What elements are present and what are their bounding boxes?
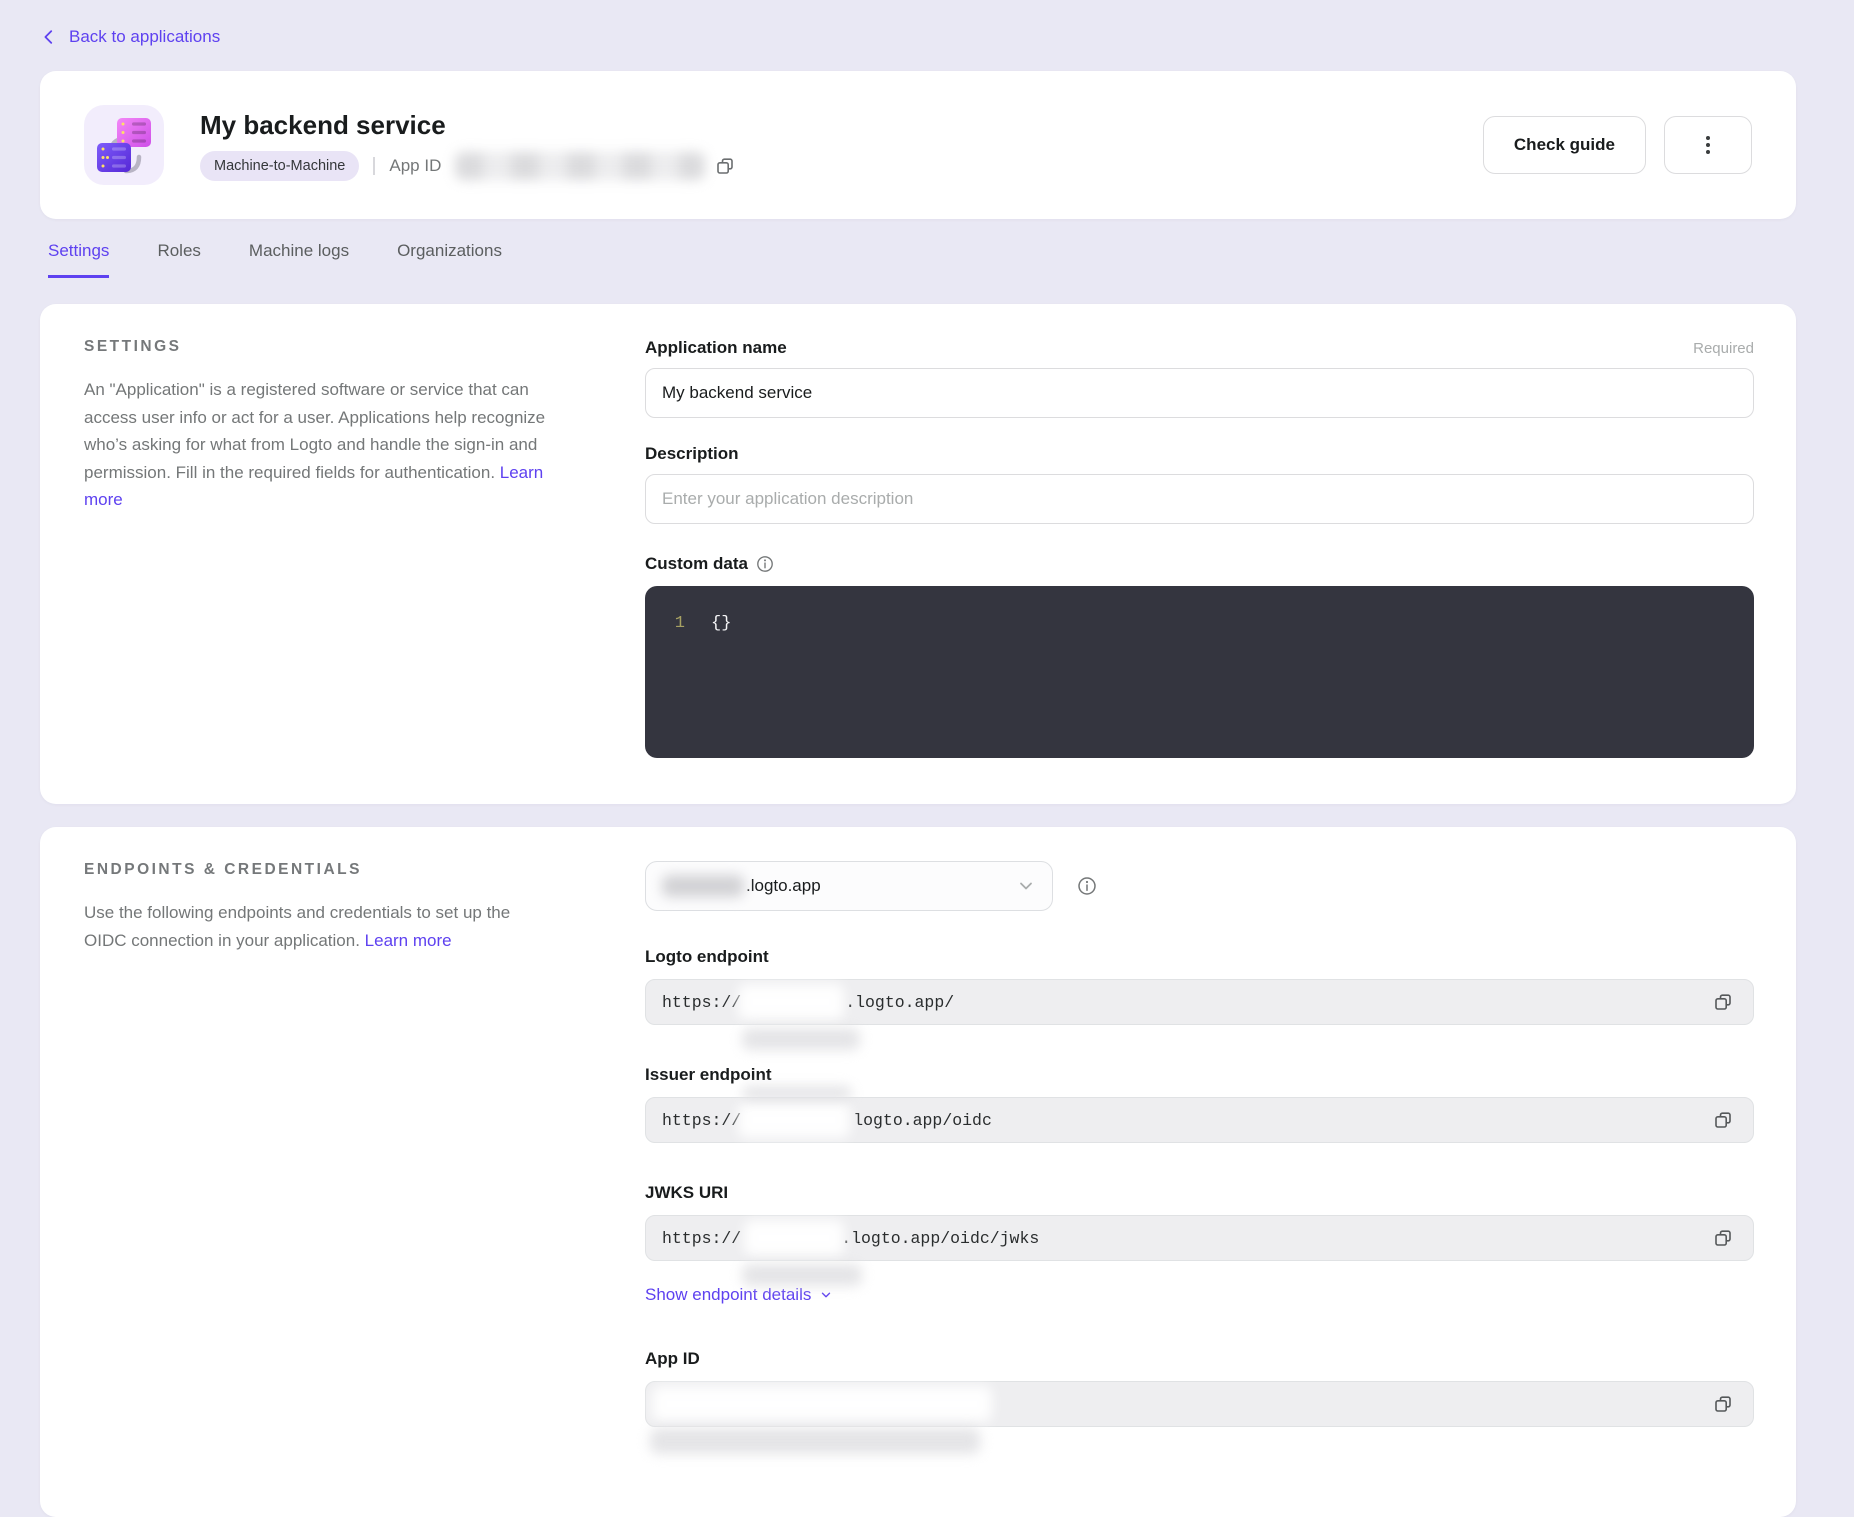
app-id-field (645, 1381, 1754, 1427)
required-label: Required (1693, 340, 1754, 357)
jwks-uri-label: JWKS URI (645, 1183, 1754, 1203)
issuer-endpoint-label: Issuer endpoint (645, 1065, 1754, 1085)
app-title: My backend service (200, 109, 739, 141)
redacted-subdomain (744, 1220, 844, 1256)
info-icon[interactable] (756, 555, 774, 573)
copy-issuer-endpoint-button[interactable] (1709, 1106, 1737, 1134)
tab-roles[interactable]: Roles (157, 241, 200, 278)
divider (373, 157, 375, 175)
redacted-subdomain (738, 984, 844, 1020)
description-label: Description (645, 444, 739, 464)
application-name-input[interactable] (645, 368, 1754, 418)
info-icon[interactable] (1077, 876, 1097, 896)
logto-endpoint-label: Logto endpoint (645, 947, 1754, 967)
editor-code: {} (711, 612, 731, 636)
endpoints-credentials-card: ENDPOINTS & CREDENTIALS Use the followin… (40, 827, 1796, 1517)
machine-to-machine-app-icon (84, 105, 164, 185)
app-id-field-label: App ID (645, 1349, 1754, 1369)
redacted-smudge (742, 1028, 860, 1050)
show-details-label: Show endpoint details (645, 1285, 811, 1305)
show-endpoint-details-link[interactable]: Show endpoint details (645, 1285, 833, 1305)
redacted-smudge (650, 1428, 980, 1454)
tab-bar: Settings Roles Machine logs Organization… (40, 241, 1796, 285)
domain-select-value: .logto.app (746, 876, 821, 896)
tab-organizations[interactable]: Organizations (397, 241, 502, 278)
kebab-icon (1698, 134, 1718, 156)
copy-icon (715, 156, 735, 176)
editor-line-number: 1 (645, 612, 685, 636)
copy-app-id-field-button[interactable] (1709, 1390, 1737, 1418)
page: Back to applications (40, 0, 1796, 1517)
endpoints-learn-more-link[interactable]: Learn more (365, 931, 452, 950)
copy-icon (1713, 1228, 1733, 1248)
endpoints-section-heading: ENDPOINTS & CREDENTIALS (84, 861, 555, 879)
check-guide-button[interactable]: Check guide (1483, 116, 1646, 174)
domain-select[interactable]: .logto.app (645, 861, 1053, 911)
tab-settings[interactable]: Settings (48, 241, 109, 278)
copy-logto-endpoint-button[interactable] (1709, 988, 1737, 1016)
endpoint-suffix: logto.app/oidc (853, 1111, 992, 1130)
settings-section-heading: SETTINGS (84, 338, 555, 356)
custom-data-code-editor[interactable]: 1 {} (645, 586, 1754, 758)
chevron-down-icon (819, 1288, 833, 1302)
endpoint-prefix: https:// (662, 1111, 741, 1130)
application-name-label: Application name (645, 338, 787, 358)
app-type-badge: Machine-to-Machine (200, 151, 359, 181)
application-header-card: My backend service Machine-to-Machine Ap… (40, 71, 1796, 219)
chevron-left-icon (40, 28, 58, 46)
logto-endpoint-field: https:// .logto.app/ (645, 979, 1754, 1025)
settings-section-description: An "Application" is a registered softwar… (84, 376, 555, 514)
chevron-down-icon (1016, 876, 1036, 896)
redacted-smudge (742, 1264, 862, 1286)
endpoint-suffix: .logto.app/oidc/jwks (841, 1229, 1039, 1248)
app-id-label: App ID (389, 156, 441, 176)
copy-icon (1713, 992, 1733, 1012)
endpoints-section-description: Use the following endpoints and credenti… (84, 899, 555, 954)
tab-machine-logs[interactable]: Machine logs (249, 241, 349, 278)
copy-icon (1713, 1394, 1733, 1414)
endpoint-suffix: .logto.app/ (845, 993, 954, 1012)
description-input[interactable] (645, 474, 1754, 524)
jwks-uri-field: https:// .logto.app/oidc/jwks (645, 1215, 1754, 1261)
more-actions-button[interactable] (1664, 116, 1752, 174)
redacted-smudge (742, 1086, 852, 1100)
custom-data-label: Custom data (645, 554, 748, 574)
issuer-endpoint-field: https:// logto.app/oidc (645, 1097, 1754, 1143)
app-id-redacted-value (455, 152, 705, 180)
copy-jwks-uri-button[interactable] (1709, 1224, 1737, 1252)
settings-description-text: An "Application" is a registered softwar… (84, 380, 545, 482)
back-to-applications-link[interactable]: Back to applications (40, 0, 220, 47)
copy-icon (1713, 1110, 1733, 1130)
endpoint-prefix: https:// (662, 993, 741, 1012)
domain-redacted-prefix (662, 875, 744, 897)
redacted-subdomain (738, 1102, 850, 1138)
copy-app-id-button[interactable] (711, 152, 739, 180)
endpoint-prefix: https:// (662, 1229, 741, 1248)
settings-card: SETTINGS An "Application" is a registere… (40, 304, 1796, 804)
redacted-app-id (652, 1386, 992, 1422)
back-link-label: Back to applications (69, 27, 220, 47)
